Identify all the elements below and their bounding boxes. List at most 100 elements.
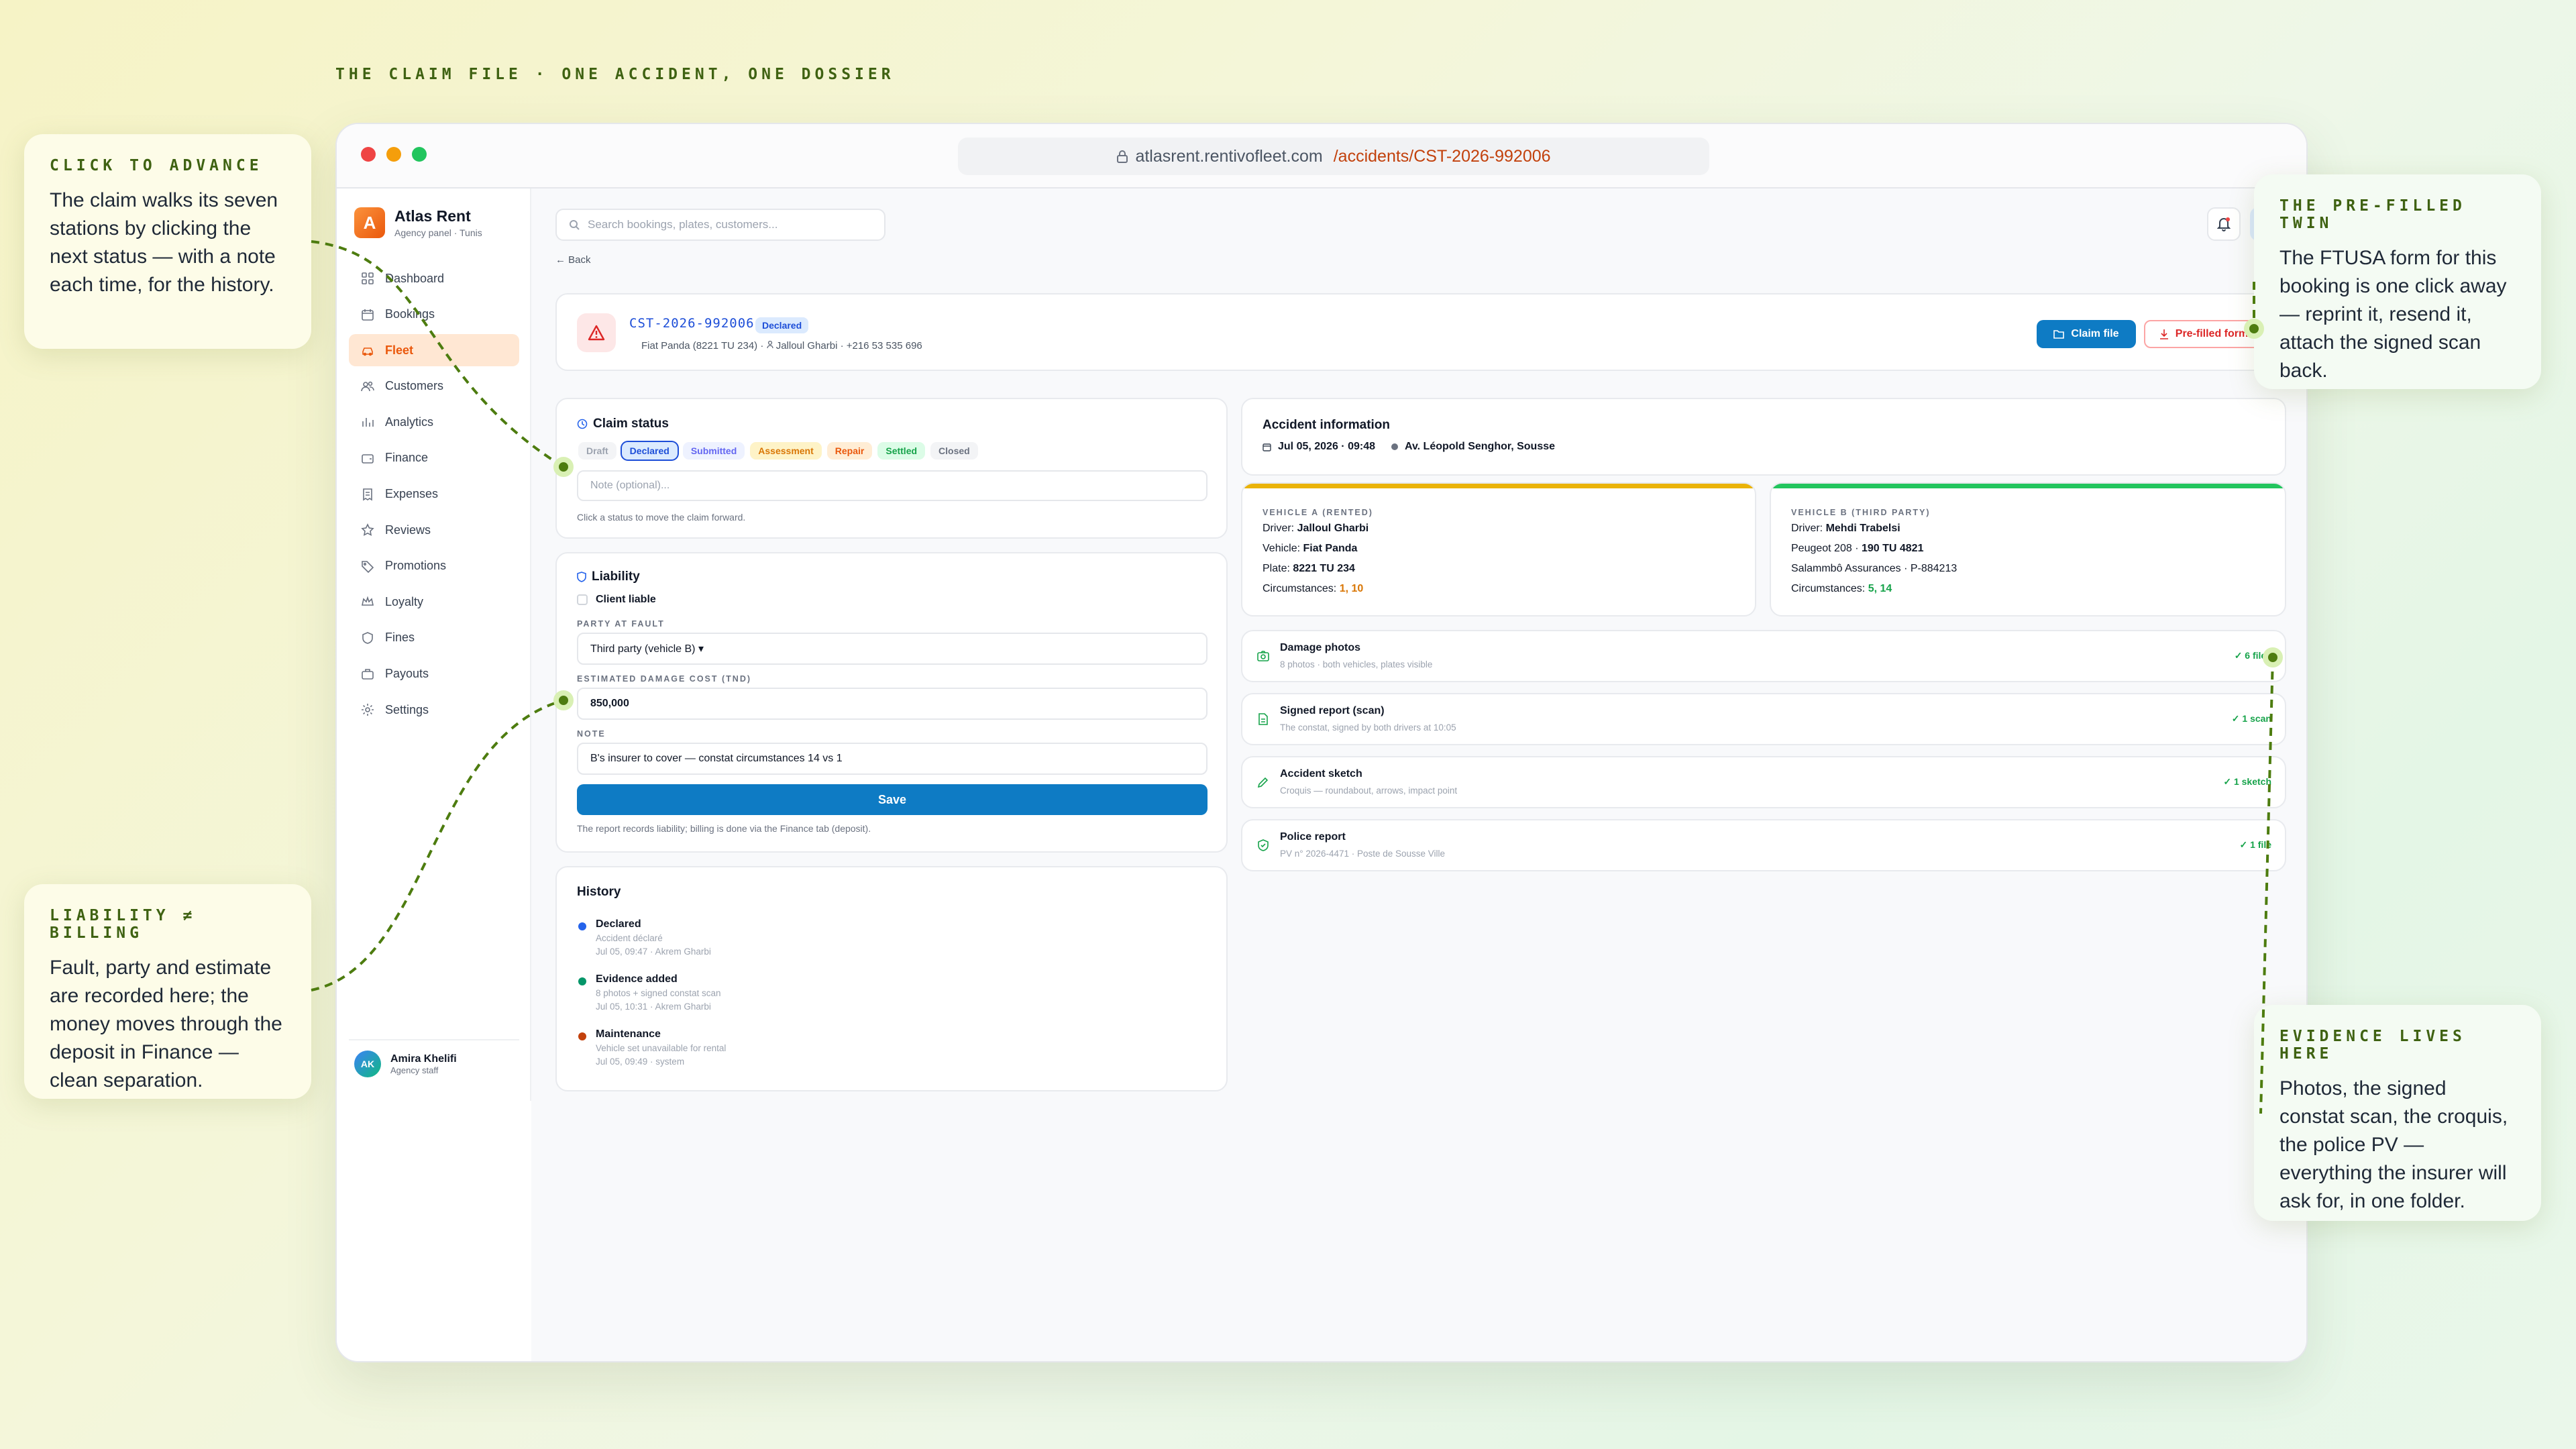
prefilled-form-label: Pre-filled form [2175,328,2249,339]
sidebar-nav: Dashboard Bookings Fleet Customers Analytics… [349,262,519,730]
callout-evidence: EVIDENCE LIVES HERE Photos, the signed c… [2254,1005,2541,1221]
back-link[interactable]: ← Back [555,254,591,266]
evidence-item-accident-sketch[interactable]: Accident sketch Croquis — roundabout, arr… [1241,756,2286,808]
wallet-icon [361,451,374,465]
party-at-fault-select[interactable]: Third party (vehicle B) ▾ [577,633,1208,665]
user-profile[interactable]: AK Amira Khelifi Agency staff [354,1051,457,1077]
vehicle-a-circumstances: Circumstances: 1, 10 [1263,583,1363,595]
maximize-dot[interactable] [412,147,427,162]
address-bar[interactable]: atlasrent.rentivofleet.com /accidents/CS… [958,138,1709,175]
callout-liability: LIABILITY ≠ BILLING Fault, party and est… [24,884,311,1099]
status-chip-declared[interactable]: Declared [621,442,678,460]
plate-value: 190 TU 4821 [1861,543,1924,554]
plate-value: 8221 TU 234 [1293,563,1355,574]
status-chip-assessment[interactable]: Assessment [750,442,822,460]
damage-cost-input[interactable]: 850,000 [577,688,1208,720]
sidebar-item-fleet[interactable]: Fleet [349,334,519,367]
sidebar-item-loyalty[interactable]: Loyalty [349,586,519,618]
claim-status-title: Claim status [593,417,669,431]
claim-file-button[interactable]: Claim file [2037,320,2136,348]
evidence-title: Signed report (scan) [1280,705,1385,716]
liability-note-input[interactable]: B's insurer to cover — constat circumsta… [577,743,1208,775]
history-item-sub: Accident déclaré [596,933,663,943]
claim-status-card: Claim status Draft Declared Submitted Asses… [555,398,1228,539]
callout-twin-body: The FTUSA form for this booking is one c… [2279,247,2507,382]
status-chip-draft[interactable]: Draft [578,442,616,460]
browser-window: atlasrent.rentivofleet.com /accidents/CS… [335,123,2308,1362]
close-dot[interactable] [361,147,376,162]
search-icon [570,220,580,230]
evidence-count: ✓ 1 sketch [2223,776,2271,787]
claim-vehicle: Fiat Panda (8221 TU 234) [641,340,758,352]
accident-location: Av. Léopold Senghor, Sousse [1404,441,1556,452]
sidebar-item-customers[interactable]: Customers [349,370,519,402]
sidebar-item-label: Dashboard [385,271,445,285]
sidebar-item-reviews[interactable]: Reviews [349,514,519,546]
liability-title: Liability [592,570,640,584]
sidebar-item-analytics[interactable]: Analytics [349,406,519,438]
party-at-fault-value: Third party (vehicle B) ▾ [590,643,704,655]
warning-icon [577,313,616,352]
sidebar-item-label: Fleet [385,343,414,357]
minimize-dot[interactable] [386,147,401,162]
calendar-icon [1263,443,1271,451]
sidebar-item-fines[interactable]: Fines [349,622,519,654]
evidence-item-damage-photos[interactable]: Damage photos 8 photos · both vehicles, p… [1241,630,2286,682]
vehicle-b-vehicle: Peugeot 208 · 190 TU 4821 [1791,543,1923,555]
browser-titlebar: atlasrent.rentivofleet.com /accidents/CS… [337,124,2306,189]
sidebar-item-payouts[interactable]: Payouts [349,658,519,690]
sidebar-item-bookings[interactable]: Bookings [349,299,519,331]
status-note-input[interactable]: Note (optional)... [577,470,1208,501]
prefilled-form-button[interactable]: Pre-filled form [2144,320,2263,348]
folder-icon [2053,330,2065,339]
save-button[interactable]: Save [577,784,1208,815]
sidebar-item-label: Customers [385,379,444,393]
client-liable-checkbox[interactable]: Client liable [577,594,656,606]
sidebar-item-dashboard[interactable]: Dashboard [349,262,519,294]
sidebar-item-finance[interactable]: Finance [349,442,519,474]
sidebar-item-label: Bookings [385,307,435,321]
accident-info-card: Accident information Jul 05, 2026 · 09:4… [1241,398,2286,476]
search-input[interactable]: Search bookings, plates, customers... [555,209,885,241]
status-chip-closed[interactable]: Closed [930,442,978,460]
sidebar-item-promotions[interactable]: Promotions [349,550,519,582]
circumstances-label: Circumstances: [1263,583,1337,594]
history-item-meta: Jul 05, 09:47 · Akrem Gharbi [596,947,711,957]
evidence-title: Damage photos [1280,642,1361,653]
crown-icon [361,595,374,608]
brand-name: Atlas Rent [394,207,471,225]
vehicle-a-label: VEHICLE A (RENTED) [1263,508,1373,517]
claim-header-card: CST-2026-992006 Declared Fiat Panda (822… [555,293,2286,371]
evidence-title: Police report [1280,831,1346,843]
plate-label: Plate: [1263,563,1290,574]
bell-icon [2217,217,2231,231]
evidence-item-signed-report-scan[interactable]: Signed report (scan) The constat, signed … [1241,693,2286,745]
brand-subtitle: Agency panel · Tunis [394,227,482,238]
camera-icon [1254,647,1272,665]
status-chip-repair[interactable]: Repair [826,442,873,460]
evidence-item-police-report[interactable]: Police report PV n° 2026-4471 · Poste de … [1241,819,2286,871]
sidebar-item-expenses[interactable]: Expenses [349,478,519,511]
callout-liability-title: LIABILITY ≠ BILLING [50,907,197,942]
vehicle-label: Vehicle: [1263,543,1301,554]
checkbox-box[interactable] [577,594,588,605]
callout-advance: CLICK TO ADVANCE The claim walks its sev… [24,134,311,349]
notifications-button[interactable] [2207,207,2241,241]
brand[interactable]: A Atlas Rent Agency panel · Tunis [354,207,482,238]
shield-icon [577,572,586,582]
callout-advance-title: CLICK TO ADVANCE [50,157,263,174]
history-item-title: Evidence added [596,973,678,985]
sidebar-divider [349,1039,519,1040]
sidebar-item-settings[interactable]: Settings [349,694,519,726]
liability-card: Liability Client liable PARTY AT FAULT T… [555,552,1228,853]
claim-subtitle: Fiat Panda (8221 TU 234) · Jalloul Gharb… [641,340,922,352]
status-chip-settled[interactable]: Settled [877,442,926,460]
claim-id: CST-2026-992006 [629,316,755,331]
circumstances-value: 5, 14 [1868,583,1892,594]
driver-label: Driver: [1263,523,1295,534]
vehicle-b-circumstances: Circumstances: 5, 14 [1791,583,1892,595]
status-chip-submitted[interactable]: Submitted [682,442,745,460]
status-chips: Draft Declared Submitted Assessment Repair Se… [578,442,978,460]
vehicle-a-driver: Driver: Jalloul Gharbi [1263,523,1368,535]
sidebar-item-label: Finance [385,451,429,465]
